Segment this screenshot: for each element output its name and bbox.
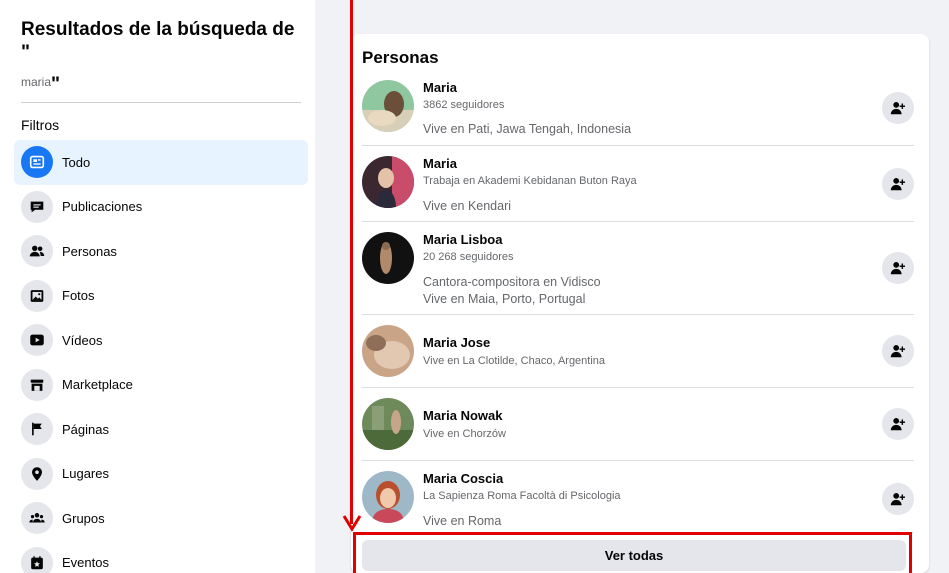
flag-icon bbox=[21, 413, 53, 446]
annotation-arrow-line bbox=[350, 0, 353, 524]
groups-icon bbox=[21, 502, 53, 535]
add-friend-icon bbox=[890, 492, 906, 506]
person-result-row[interactable]: Maria Lisboa 20 268 seguidores Cantora-c… bbox=[362, 222, 914, 315]
person-desc-line: Vive en Pati, Jawa Tengah, Indonesia bbox=[423, 122, 632, 136]
person-result-row[interactable]: Maria Coscia La Sapienza Roma Facoltà di… bbox=[362, 461, 914, 533]
add-friend-button[interactable] bbox=[882, 252, 914, 284]
filter-label: Vídeos bbox=[62, 332, 103, 348]
photos-icon bbox=[21, 279, 53, 312]
filter-item-marketplace[interactable]: Marketplace bbox=[14, 363, 308, 408]
add-friend-icon bbox=[890, 101, 906, 115]
search-query-text: maria bbox=[21, 75, 52, 89]
avatar[interactable] bbox=[362, 325, 414, 377]
filter-item-eventos[interactable]: Eventos bbox=[14, 541, 308, 573]
add-friend-button[interactable] bbox=[882, 335, 914, 367]
person-name[interactable]: Maria bbox=[423, 156, 457, 171]
filter-label: Fotos bbox=[62, 288, 95, 304]
page-title: Resultados de la búsqueda de " bbox=[21, 19, 295, 63]
search-query: maria" bbox=[21, 70, 61, 95]
add-friend-button[interactable] bbox=[882, 408, 914, 440]
add-friend-icon bbox=[890, 177, 906, 191]
search-query-close-quote: " bbox=[51, 74, 61, 95]
avatar[interactable] bbox=[362, 471, 414, 523]
filter-item-grupos[interactable]: Grupos bbox=[14, 496, 308, 541]
filter-list: Todo Publicaciones Personas Fotos Vídeos bbox=[14, 140, 308, 573]
person-name[interactable]: Maria Coscia bbox=[423, 471, 503, 486]
person-meta: Trabaja en Akademi Kebidanan Buton Raya bbox=[423, 175, 637, 187]
person-meta: Vive en La Clotilde, Chaco, Argentina bbox=[423, 355, 606, 367]
filter-label: Páginas bbox=[62, 421, 109, 437]
video-icon bbox=[21, 324, 53, 357]
person-name[interactable]: Maria Jose bbox=[423, 335, 490, 350]
filter-label: Publicaciones bbox=[62, 199, 143, 215]
person-name[interactable]: Maria bbox=[423, 80, 457, 95]
annotation-highlight-box bbox=[353, 532, 912, 573]
person-name[interactable]: Maria Lisboa bbox=[423, 232, 502, 247]
people-section-title: Personas bbox=[362, 48, 439, 67]
person-meta: 20 268 seguidores bbox=[423, 251, 514, 263]
person-desc-line: Vive en Maia, Porto, Portugal bbox=[423, 292, 586, 306]
filter-item-videos[interactable]: Vídeos bbox=[14, 318, 308, 363]
filter-label: Todo bbox=[62, 154, 91, 170]
divider bbox=[21, 102, 301, 103]
avatar[interactable] bbox=[362, 156, 414, 208]
add-friend-icon bbox=[890, 417, 906, 431]
events-icon bbox=[21, 546, 53, 573]
marketplace-icon bbox=[21, 368, 53, 401]
filter-label: Grupos bbox=[62, 510, 105, 526]
add-friend-button[interactable] bbox=[882, 483, 914, 515]
avatar[interactable] bbox=[362, 232, 414, 284]
filters-heading: Filtros bbox=[21, 117, 60, 133]
filter-item-publicaciones[interactable]: Publicaciones bbox=[14, 185, 308, 230]
filter-label: Eventos bbox=[62, 555, 109, 571]
filter-item-personas[interactable]: Personas bbox=[14, 229, 308, 274]
person-meta: 3862 seguidores bbox=[423, 99, 505, 111]
avatar[interactable] bbox=[362, 398, 414, 450]
filter-item-paginas[interactable]: Páginas bbox=[14, 407, 308, 452]
feed-icon bbox=[21, 146, 53, 179]
search-filters-sidebar: Resultados de la búsqueda de " maria" Fi… bbox=[0, 0, 315, 573]
person-name[interactable]: Maria Nowak bbox=[423, 408, 502, 423]
person-desc-line: Cantora-compositora en Vidisco bbox=[423, 275, 601, 289]
person-result-row[interactable]: Maria Trabaja en Akademi Kebidanan Buton… bbox=[362, 146, 914, 222]
person-desc-line: Vive en Roma bbox=[423, 514, 502, 528]
person-meta: La Sapienza Roma Facoltà di Psicologia bbox=[423, 490, 621, 502]
filter-item-todo[interactable]: Todo bbox=[14, 140, 308, 185]
add-friend-button[interactable] bbox=[882, 92, 914, 124]
add-friend-button[interactable] bbox=[882, 168, 914, 200]
posts-icon bbox=[21, 190, 53, 223]
filter-item-fotos[interactable]: Fotos bbox=[14, 274, 308, 319]
filter-label: Lugares bbox=[62, 466, 109, 482]
person-result-row[interactable]: Maria Jose Vive en La Clotilde, Chaco, A… bbox=[362, 315, 914, 388]
location-pin-icon bbox=[21, 457, 53, 490]
avatar[interactable] bbox=[362, 80, 414, 132]
annotation-arrow-head-icon bbox=[342, 515, 362, 532]
filter-label: Marketplace bbox=[62, 377, 133, 393]
people-icon bbox=[21, 235, 53, 268]
filter-label: Personas bbox=[62, 243, 117, 259]
person-result-row[interactable]: Maria 3862 seguidores Vive en Pati, Jawa… bbox=[362, 74, 914, 146]
person-meta: Vive en Chorzów bbox=[423, 428, 506, 440]
add-friend-icon bbox=[890, 261, 906, 275]
filter-item-lugares[interactable]: Lugares bbox=[14, 452, 308, 497]
person-desc-line: Vive en Kendari bbox=[423, 199, 512, 213]
person-result-row[interactable]: Maria Nowak Vive en Chorzów bbox=[362, 388, 914, 461]
add-friend-icon bbox=[890, 344, 906, 358]
